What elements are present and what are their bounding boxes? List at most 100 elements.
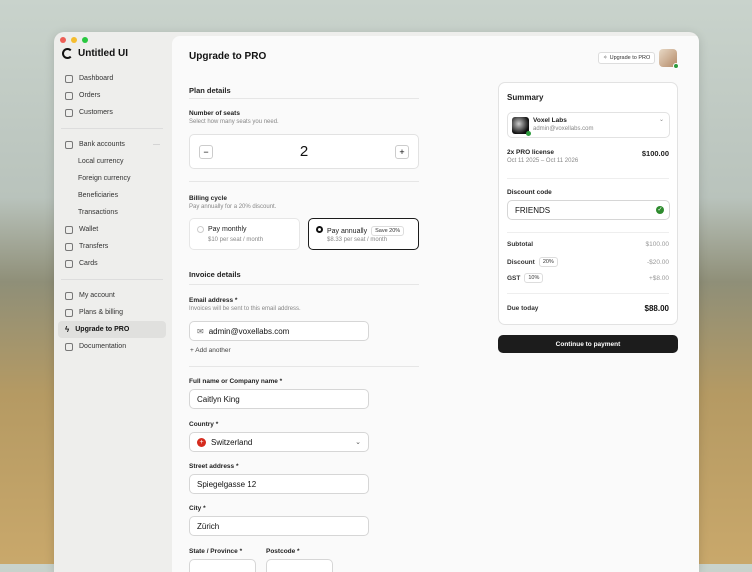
street-label: Street address * [189,463,239,470]
seats-value: 2 [299,143,309,160]
bank-icon [65,140,73,149]
discount-row: Discount 20% -$20.00 [507,257,669,267]
license-price: $100.00 [641,149,669,158]
name-label: Full name or Company name * [189,378,283,385]
main-panel: Upgrade to PRO ✧ Upgrade to PRO Plan deta… [172,36,699,572]
due-today-row: Due today $88.00 [507,304,669,313]
sidebar-item-upgrade[interactable]: ϟ Upgrade to PRO [58,321,166,338]
org-email: admin@voxellabs.com [533,126,594,132]
sidebar-item-customers[interactable]: Customers [58,104,166,121]
wallet-icon [65,225,73,234]
name-field[interactable]: Caitlyn King [189,389,369,409]
add-another-button[interactable]: + Add another [190,347,231,354]
discount-code-label: Discount code [507,189,552,196]
tag-icon [65,91,73,100]
online-status-dot [673,63,679,69]
seats-stepper[interactable]: − 2 + [189,134,419,169]
window-controls [60,37,88,43]
close-window-button[interactable] [60,37,66,43]
city-field[interactable]: Zürich [189,516,369,536]
upgrade-pro-button[interactable]: ✧ Upgrade to PRO [598,52,656,64]
users-icon [65,108,73,117]
book-icon [65,342,73,351]
postcode-label: Postcode * [266,548,300,555]
divider [507,178,669,179]
row-value: -$20.00 [646,258,669,266]
increase-seats-button[interactable]: + [395,145,409,159]
page-title: Upgrade to PRO [189,51,267,62]
sidebar-item-transfers[interactable]: Transfers [58,238,166,255]
state-label: State / Province * [189,548,243,555]
option-price: $8.33 per seat / month [327,237,388,243]
row-label: Subtotal [507,241,533,248]
sidebar-item-transactions[interactable]: Transactions [58,204,166,221]
radio-unchecked[interactable] [197,226,204,233]
mail-icon: ✉ [197,326,204,336]
plan-details-heading: Plan details [189,86,231,95]
sidebar-item-dashboard[interactable]: Dashboard [58,70,166,87]
option-title: Pay annually [327,227,368,235]
maximize-window-button[interactable] [82,37,88,43]
organization-select[interactable]: Voxel Labs admin@voxellabs.com ⌄ [507,112,670,138]
status-dot [526,131,531,136]
continue-to-payment-button[interactable]: Continue to payment [498,335,678,353]
sidebar-item-my-account[interactable]: My account [58,287,166,304]
row-value: +$8.00 [648,274,669,282]
email-label: Email address * [189,297,238,304]
pay-monthly-option[interactable]: Pay monthly $10 per seat / month [189,218,300,250]
discount-code-field[interactable]: FRIENDS ✓ [507,200,670,220]
divider [61,128,163,129]
pay-annually-option[interactable]: Pay annually Save 20% $8.33 per seat / mo… [308,218,419,250]
street-field[interactable]: Spiegelgasse 12 [189,474,369,494]
transfer-icon [65,242,73,251]
state-field[interactable] [189,559,256,572]
radio-checked[interactable] [316,226,323,233]
sidebar-item-documentation[interactable]: Documentation [58,338,166,355]
sparkle-icon: ✧ [603,55,608,61]
chevron-down-icon: ⌄ [658,117,664,123]
home-icon [65,74,73,83]
country-select[interactable]: + Switzerland ⌄ [189,432,369,452]
discount-badge: 20% [538,257,558,267]
divider [507,293,669,294]
app-logo: Untitled UI [62,48,128,59]
subtotal-row: Subtotal $100.00 [507,241,669,248]
license-name: 2x PRO license [507,149,554,156]
divider [507,232,669,233]
country-label: Country * [189,421,219,428]
chevron-down-icon: ⌄ [355,439,361,446]
sidebar-item-orders[interactable]: Orders [58,87,166,104]
seats-hint: Select how many seats you need. [189,119,279,125]
collapse-icon: — [153,141,160,148]
row-value: $100.00 [645,241,670,248]
divider [189,98,419,99]
row-label: Due today [507,305,539,312]
option-title: Pay monthly [208,226,247,233]
sidebar-item-wallet[interactable]: Wallet [58,221,166,238]
sidebar-item-cards[interactable]: Cards [58,255,166,272]
email-field[interactable]: ✉ admin@voxellabs.com [189,321,369,341]
row-label: Discount [507,258,535,266]
logo-icon [62,48,73,59]
sidebar-item-local-currency[interactable]: Local currency [58,153,166,170]
user-square-icon [65,291,73,300]
sidebar-item-bank-accounts[interactable]: Bank accounts — [58,136,166,153]
app-window: Untitled UI Dashboard Orders Customers B… [54,32,699,572]
swiss-flag-icon: + [197,437,206,447]
billing-cycle-hint: Pay annually for a 20% discount. [189,204,277,210]
sidebar-item-foreign-currency[interactable]: Foreign currency [58,170,166,187]
minimize-window-button[interactable] [71,37,77,43]
email-hint: Invoices will be sent to this email addr… [189,306,301,312]
seats-label: Number of seats [189,110,240,117]
credit-card-icon [65,259,73,268]
option-price: $10 per seat / month [208,237,264,243]
row-label: GST [507,274,521,282]
avatar[interactable] [659,49,679,69]
gst-badge: 10% [524,273,544,283]
license-dates: Oct 11 2025 – Oct 11 2026 [507,158,579,164]
org-name: Voxel Labs [533,117,567,124]
postcode-field[interactable] [266,559,333,572]
gst-row: GST 10% +$8.00 [507,273,669,283]
sidebar-item-beneficiaries[interactable]: Beneficiaries [58,187,166,204]
sidebar-item-plans-billing[interactable]: Plans & billing [58,304,166,321]
